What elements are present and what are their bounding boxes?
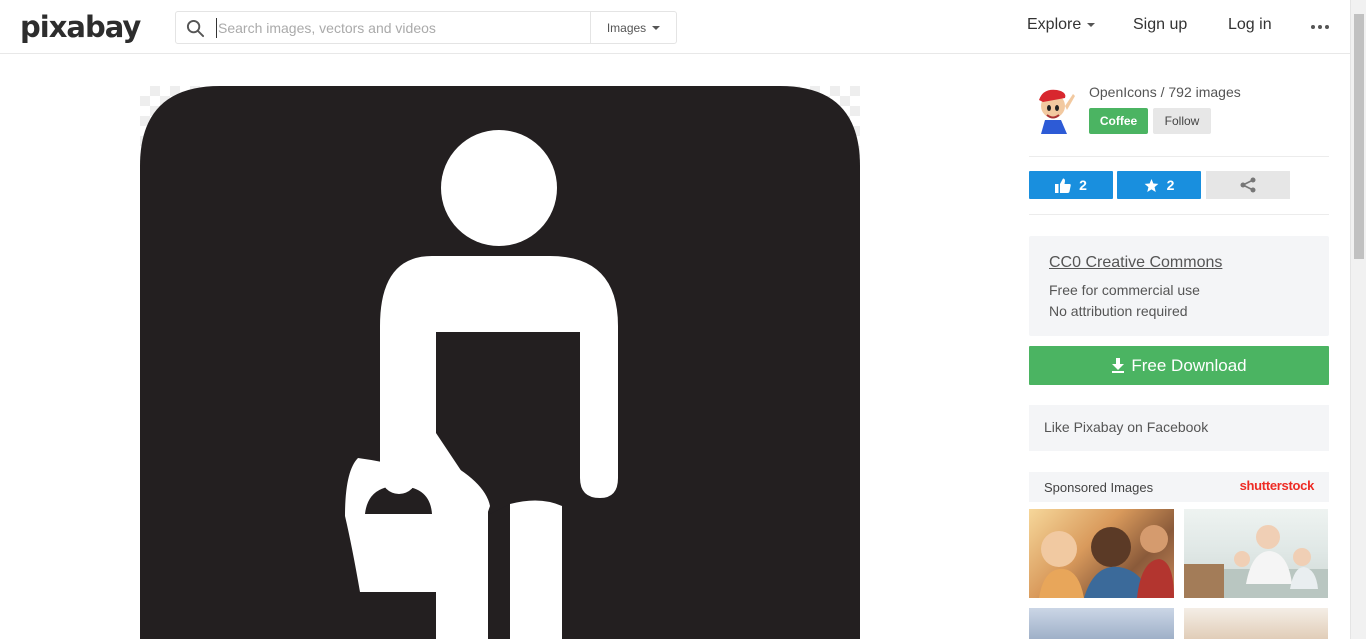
- license-link[interactable]: CC0 Creative Commons: [1049, 254, 1222, 272]
- star-icon: [1144, 178, 1158, 192]
- search-input[interactable]: [216, 18, 586, 38]
- sponsored-image[interactable]: [1184, 509, 1328, 598]
- coffee-button[interactable]: Coffee: [1089, 108, 1148, 134]
- sponsored-image-photo: [1184, 525, 1328, 598]
- sponsored-image[interactable]: [1029, 608, 1174, 639]
- free-download-label: Free Download: [1131, 355, 1247, 375]
- author-name[interactable]: OpenIcons / 792 images: [1089, 84, 1241, 100]
- license-box: CC0 Creative Commons Free for commercial…: [1029, 236, 1329, 336]
- follow-button[interactable]: Follow: [1153, 108, 1211, 134]
- sponsored-image[interactable]: [1184, 608, 1328, 639]
- divider: [1029, 156, 1329, 157]
- sponsored-image-photo: [1039, 525, 1174, 598]
- search-type-label: Images: [606, 20, 647, 35]
- share-button[interactable]: [1206, 171, 1290, 199]
- scrollbar-thumb[interactable]: [1354, 14, 1364, 259]
- search-bar: Images: [175, 11, 677, 44]
- author-avatar[interactable]: [1029, 86, 1077, 134]
- chevron-down-icon: [652, 25, 661, 30]
- shutterstock-logo[interactable]: shutterstock: [1240, 478, 1315, 493]
- sponsored-header: Sponsored Images shutterstock: [1029, 472, 1329, 502]
- divider: [1029, 214, 1329, 215]
- janitor-pictogram-image: [140, 86, 860, 639]
- scrollbar[interactable]: [1350, 0, 1366, 639]
- nav-signup[interactable]: Sign up: [1133, 16, 1187, 34]
- favorite-button[interactable]: 2: [1117, 171, 1201, 199]
- thumbs-up-icon: [1055, 178, 1071, 193]
- share-icon: [1240, 177, 1256, 193]
- pixabay-logo[interactable]: pixabay: [20, 10, 141, 44]
- nav-explore[interactable]: Explore: [1027, 16, 1096, 34]
- search-type-dropdown[interactable]: Images: [590, 12, 676, 43]
- license-attribution-text: No attribution required: [1049, 303, 1188, 319]
- license-commercial-text: Free for commercial use: [1049, 282, 1200, 298]
- sponsored-image[interactable]: [1029, 509, 1174, 598]
- sponsored-label: Sponsored Images: [1044, 480, 1154, 495]
- chevron-down-icon: [1087, 23, 1096, 27]
- more-icon[interactable]: [1310, 24, 1330, 30]
- search-icon[interactable]: [186, 19, 205, 38]
- free-download-button[interactable]: Free Download: [1029, 346, 1329, 385]
- like-button[interactable]: 2: [1029, 171, 1113, 199]
- favorite-count: 2: [1166, 177, 1175, 193]
- download-icon: [1112, 358, 1125, 373]
- facebook-like-box[interactable]: Like Pixabay on Facebook: [1029, 405, 1329, 451]
- like-count: 2: [1079, 177, 1087, 193]
- top-bar: pixabay Images Explore Sign up Log in: [0, 0, 1350, 54]
- main-image[interactable]: [140, 86, 860, 639]
- nav-login[interactable]: Log in: [1228, 16, 1272, 34]
- nav-explore-label: Explore: [1027, 16, 1082, 33]
- facebook-like-text: Like Pixabay on Facebook: [1044, 419, 1209, 435]
